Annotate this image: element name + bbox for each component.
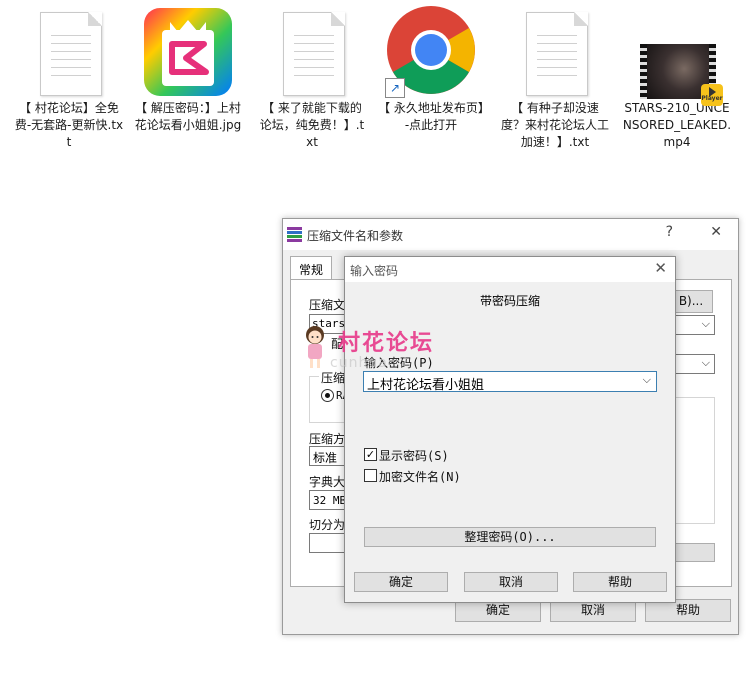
desktop-icon-chrome-shortcut[interactable]: ↗ 【 永久地址发布页】-点此打开 bbox=[376, 6, 486, 134]
profile-label: 配 bbox=[331, 337, 344, 351]
password-dialog: 输入密码 ✕ 带密码压缩 输入密码(P) 上村花论坛看小姐姐 ⌵ ✓ 显示密码(… bbox=[344, 256, 676, 603]
compression-method-value: 标准 bbox=[313, 451, 338, 465]
rar-radio[interactable] bbox=[321, 389, 334, 402]
shortcut-arrow-icon: ↗ bbox=[385, 78, 405, 98]
split-volumes-label: 切分为 bbox=[309, 518, 346, 532]
video-file-icon: Player bbox=[631, 6, 723, 106]
desktop-icon-mp4[interactable]: Player STARS-210_UNCENSORED_LEAKED.mp4 bbox=[622, 6, 732, 151]
archive-format-label: 压缩 bbox=[319, 369, 348, 386]
dialog-ok-button[interactable]: 确定 bbox=[354, 572, 448, 592]
desktop-icon-txt-1[interactable]: 【 村花论坛】全免费-无套路-更新快.txt bbox=[14, 6, 124, 151]
close-icon[interactable]: ✕ bbox=[654, 259, 667, 277]
show-password-label: 显示密码(S) bbox=[379, 449, 449, 463]
encrypt-filenames-checkbox[interactable] bbox=[364, 469, 377, 482]
enter-password-label: 输入密码(P) bbox=[364, 356, 434, 370]
close-icon[interactable]: ✕ bbox=[710, 224, 722, 240]
player-badge-icon: Player bbox=[701, 84, 723, 106]
chevron-down-icon: ⌵ bbox=[701, 356, 710, 369]
dialog-cancel-button[interactable]: 取消 bbox=[464, 572, 558, 592]
desktop-icon-label: 【 村花论坛】全免费-无套路-更新快.txt bbox=[14, 101, 124, 149]
archive-name-label: 压缩文 bbox=[309, 298, 346, 312]
chevron-down-icon: ⌵ bbox=[701, 317, 710, 330]
chrome-icon: ↗ bbox=[385, 6, 477, 98]
encrypt-filenames-label: 加密文件名(N) bbox=[379, 470, 461, 484]
password-input[interactable]: 上村花论坛看小姐姐 ⌵ bbox=[363, 371, 657, 393]
show-password-checkbox[interactable]: ✓ bbox=[364, 448, 377, 461]
chevron-down-icon: ⌵ bbox=[642, 373, 651, 386]
dictionary-size-value: 32 MB bbox=[313, 494, 347, 507]
desktop-icon-txt-3[interactable]: 【 有种子却没速度？来村花论坛人工加速！】.txt bbox=[500, 6, 610, 151]
window-title: 压缩文件名和参数 bbox=[307, 229, 404, 243]
archiving-options-group bbox=[671, 397, 715, 524]
dialog-titlebar: 输入密码 ✕ bbox=[345, 257, 675, 282]
winrar-icon bbox=[287, 227, 302, 242]
image-file-icon bbox=[142, 6, 234, 98]
parameters-button[interactable] bbox=[673, 543, 715, 562]
dialog-title: 输入密码 bbox=[350, 264, 399, 278]
organize-passwords-button[interactable]: 整理密码(O)... bbox=[364, 527, 656, 547]
text-file-icon bbox=[509, 6, 601, 98]
desktop-icon-label: 【 有种子却没速度？来村花论坛人工加速！】.txt bbox=[500, 101, 609, 149]
text-file-icon bbox=[266, 6, 358, 98]
desktop-icon-jpg[interactable]: 【 解压密码：】上村花论坛看小姐姐.jpg bbox=[133, 6, 243, 134]
desktop-icon-txt-2[interactable]: 【 来了就能下载的论坛，纯免费！】.txt bbox=[257, 6, 367, 151]
dialog-help-button[interactable]: 帮助 bbox=[573, 572, 667, 592]
archive-name-value: stars bbox=[312, 317, 346, 330]
window-titlebar: 压缩文件名和参数 ? ✕ bbox=[283, 219, 738, 250]
desktop-icon-label: 【 永久地址发布页】-点此打开 bbox=[378, 101, 484, 132]
help-icon[interactable]: ? bbox=[666, 224, 673, 240]
dialog-heading: 带密码压缩 bbox=[479, 294, 540, 308]
password-value: 上村花论坛看小姐姐 bbox=[367, 378, 485, 393]
desktop-icon-label: STARS-210_UNCENSORED_LEAKED.mp4 bbox=[622, 101, 732, 149]
text-file-icon bbox=[23, 6, 115, 98]
desktop-icon-label: 【 解压密码：】上村花论坛看小姐姐.jpg bbox=[134, 101, 242, 132]
dictionary-size-label: 字典大 bbox=[309, 475, 346, 489]
desktop-icon-label: 【 来了就能下载的论坛，纯免费！】.txt bbox=[259, 101, 365, 149]
compression-method-label: 压缩方 bbox=[309, 432, 346, 446]
